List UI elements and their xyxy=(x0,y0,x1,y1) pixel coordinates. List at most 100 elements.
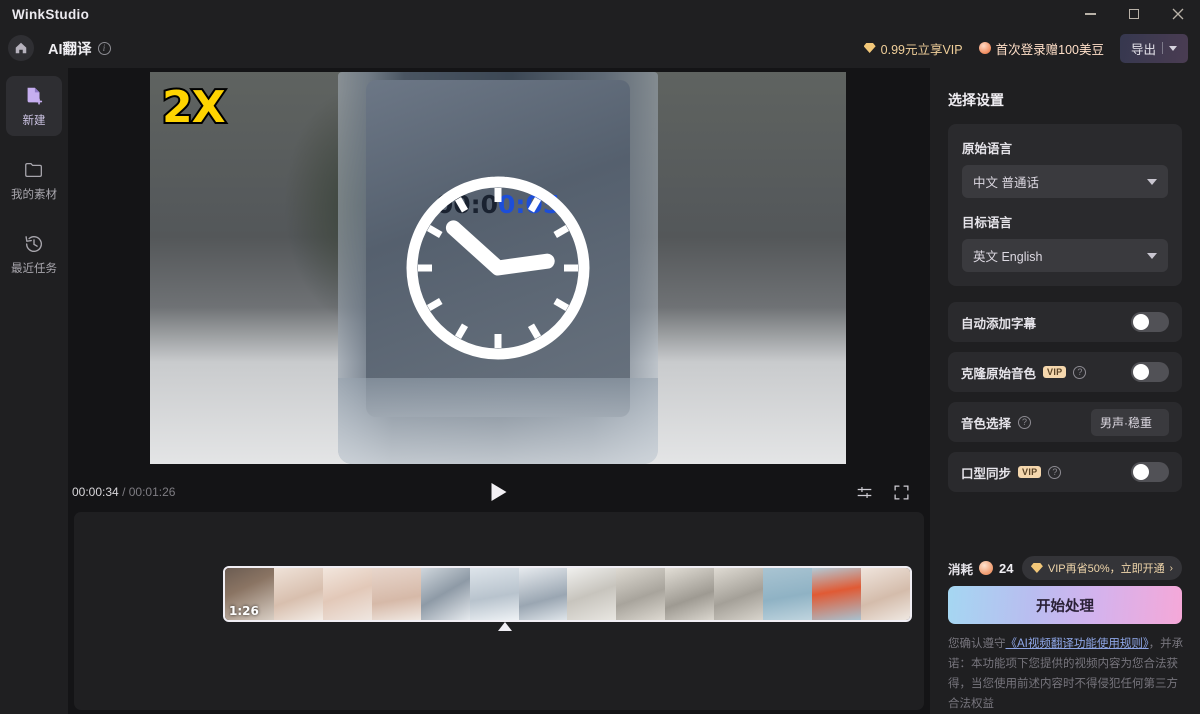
row-label: 音色选择 xyxy=(961,413,1011,432)
timeline-frame[interactable] xyxy=(567,568,616,620)
app-window: WinkStudio AI翻译 i 0. xyxy=(0,0,1200,714)
lip-sync-toggle[interactable] xyxy=(1131,462,1169,482)
toggle-knob xyxy=(1133,314,1149,330)
target-language-value: 英文 English xyxy=(973,246,1042,265)
promo-vip[interactable]: 0.99元立享VIP xyxy=(864,39,963,58)
target-language-select[interactable]: 英文 English xyxy=(962,239,1168,272)
vip-upsell-label: VIP再省50%，立即开通 xyxy=(1048,560,1165,576)
auto-subtitle-toggle[interactable] xyxy=(1131,312,1169,332)
timeline-frame[interactable] xyxy=(714,568,763,620)
voice-select-value: 男声·稳重 xyxy=(1100,414,1152,431)
source-language-label: 原始语言 xyxy=(962,138,1168,157)
play-button[interactable] xyxy=(492,483,507,501)
promo-vip-label: 0.99元立享VIP xyxy=(881,39,963,58)
chevron-down-icon[interactable] xyxy=(1169,46,1177,51)
sidebar-item-recent[interactable]: 最近任务 xyxy=(6,224,62,284)
target-language-label: 目标语言 xyxy=(962,212,1168,231)
timeline-frame[interactable] xyxy=(323,568,372,620)
settings-title: 选择设置 xyxy=(948,90,1182,110)
player-controls: 00:00:34 / 00:01:26 xyxy=(68,472,930,512)
clip-duration: 1:26 xyxy=(229,604,259,618)
vip-badge: VIP xyxy=(1043,366,1066,378)
maximize-icon xyxy=(1129,9,1139,19)
video-water-object xyxy=(338,378,658,464)
timeline-frame[interactable] xyxy=(470,568,519,620)
speed-badge: 2X xyxy=(162,82,225,133)
promo-bean[interactable]: 首次登录赠100美豆 xyxy=(979,39,1104,58)
timeline-frame[interactable]: 1:26 xyxy=(225,568,274,620)
sidebar-item-label: 最近任务 xyxy=(11,260,57,276)
minimize-icon xyxy=(1085,13,1096,14)
setting-row-clone-voice[interactable]: 克隆原始音色 VIP ? xyxy=(948,352,1182,392)
timeline-frame[interactable] xyxy=(616,568,665,620)
gem-icon xyxy=(864,43,876,53)
home-button[interactable] xyxy=(8,35,34,61)
page-title: AI翻译 xyxy=(48,38,92,59)
app-brand: WinkStudio xyxy=(12,7,89,22)
start-processing-label: 开始处理 xyxy=(1036,595,1094,616)
timeline-frame[interactable] xyxy=(372,568,421,620)
close-button[interactable] xyxy=(1156,0,1200,28)
clock-overlay-icon xyxy=(398,168,598,368)
export-button[interactable]: 导出 xyxy=(1120,34,1188,63)
setting-row-lip-sync[interactable]: 口型同步 VIP ? xyxy=(948,452,1182,492)
timeline-frame[interactable] xyxy=(812,568,861,620)
playback-time: 00:00:34 / 00:01:26 xyxy=(72,485,175,499)
disclaimer-pre: 您确认遵守 xyxy=(948,638,1006,650)
row-label: 克隆原始音色 xyxy=(961,363,1036,382)
source-language-select[interactable]: 中文 普通话 xyxy=(962,165,1168,198)
current-time: 00:00:34 xyxy=(72,485,119,499)
consumption-row: 消耗 24 VIP再省50%，立即开通 › xyxy=(948,556,1182,580)
help-icon[interactable]: ? xyxy=(1018,416,1031,429)
title-bar: WinkStudio xyxy=(0,0,1200,28)
toggle-knob xyxy=(1133,364,1149,380)
vip-badge: VIP xyxy=(1018,466,1041,478)
help-icon[interactable]: ? xyxy=(1073,366,1086,379)
row-label: 自动添加字幕 xyxy=(961,313,1036,332)
minimize-button[interactable] xyxy=(1068,0,1112,28)
maximize-button[interactable] xyxy=(1112,0,1156,28)
setting-row-voice-select[interactable]: 音色选择 ? 男声·稳重 xyxy=(948,402,1182,442)
timeline-frame[interactable] xyxy=(861,568,910,620)
header-actions: 0.99元立享VIP 首次登录赠100美豆 导出 xyxy=(864,34,1200,63)
history-icon xyxy=(23,233,45,255)
vip-upsell-button[interactable]: VIP再省50%，立即开通 › xyxy=(1022,556,1182,580)
home-icon xyxy=(14,41,28,55)
sidebar-item-materials[interactable]: 我的素材 xyxy=(6,150,62,210)
consumption-label: 消耗 xyxy=(948,559,973,578)
timeline-filmstrip[interactable]: 1:26 xyxy=(223,566,912,622)
setting-row-auto-subtitle[interactable]: 自动添加字幕 xyxy=(948,302,1182,342)
timeline-frame[interactable] xyxy=(421,568,470,620)
settings-panel: 选择设置 原始语言 中文 普通话 目标语言 英文 English 自动添加字幕 … xyxy=(930,68,1200,714)
usage-rules-link[interactable]: 《AI视频翻译功能使用规则》 xyxy=(1006,638,1149,650)
video-preview[interactable]: 计时 00:00:05 2X xyxy=(150,72,846,464)
row-label: 口型同步 xyxy=(961,463,1011,482)
start-processing-button[interactable]: 开始处理 xyxy=(948,586,1182,624)
sidebar-item-new[interactable]: 新建 xyxy=(6,76,62,136)
language-card: 原始语言 中文 普通话 目标语言 英文 English xyxy=(948,124,1182,286)
promo-bean-label: 首次登录赠100美豆 xyxy=(996,39,1104,58)
coin-icon xyxy=(979,561,993,575)
info-icon[interactable]: i xyxy=(98,42,111,55)
timeline-frame[interactable] xyxy=(274,568,323,620)
fullscreen-icon[interactable] xyxy=(893,484,910,501)
timeline-playhead[interactable] xyxy=(498,622,512,631)
chevron-down-icon xyxy=(1147,253,1157,259)
help-icon[interactable]: ? xyxy=(1048,466,1061,479)
chevron-down-icon xyxy=(1147,179,1157,185)
voice-select[interactable]: 男声·稳重 xyxy=(1091,409,1169,436)
export-label: 导出 xyxy=(1131,39,1156,58)
sliders-icon[interactable] xyxy=(856,484,873,501)
timeline-frame[interactable] xyxy=(665,568,714,620)
new-document-icon xyxy=(23,85,45,107)
timeline-frame[interactable] xyxy=(519,568,568,620)
export-divider xyxy=(1162,42,1163,54)
left-sidebar: 新建 我的素材 最近任务 xyxy=(0,68,68,714)
timeline-panel: 当前仅支持处理时长为3秒至2分钟的视频 1:26 xyxy=(74,512,924,710)
player-right-actions xyxy=(856,484,930,501)
sidebar-item-label: 我的素材 xyxy=(11,186,57,202)
clone-voice-toggle[interactable] xyxy=(1131,362,1169,382)
timeline-frame[interactable] xyxy=(763,568,812,620)
folder-icon xyxy=(23,159,45,181)
disclaimer-text: 您确认遵守《AI视频翻译功能使用规则》，并承诺：本功能项下您提供的视频内容为您合… xyxy=(948,634,1186,714)
